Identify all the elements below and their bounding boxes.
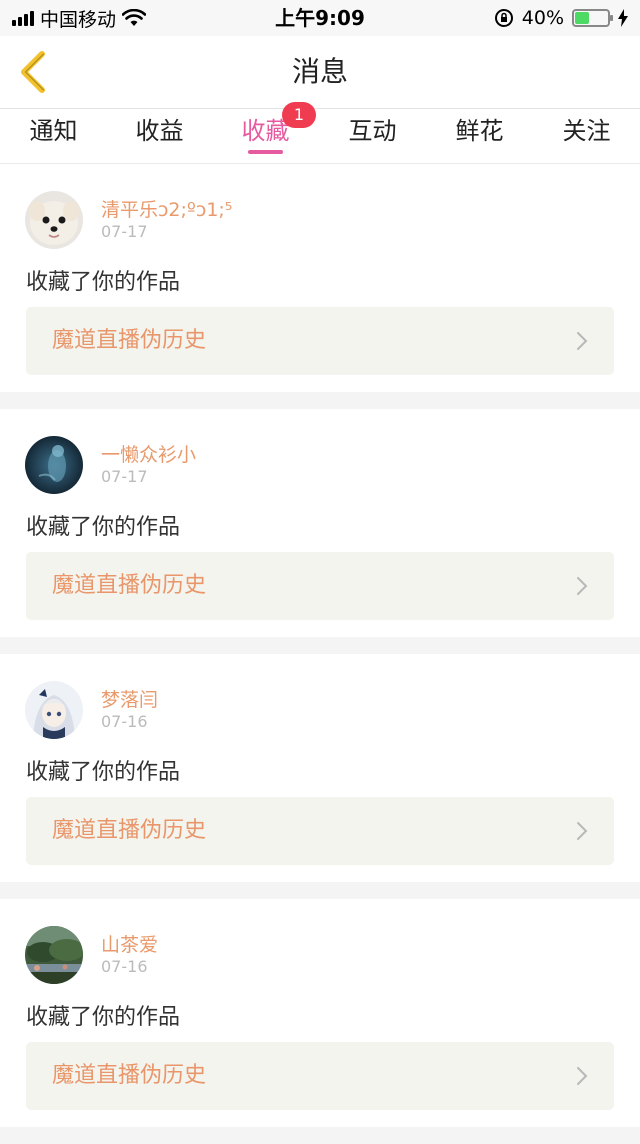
message-date: 07-16 xyxy=(101,712,148,731)
message-text: 收藏了你的作品 xyxy=(26,760,181,785)
status-right: 40% xyxy=(494,0,628,36)
dark-figure-avatar-icon xyxy=(25,436,83,494)
message-text: 收藏了你的作品 xyxy=(26,270,181,295)
active-tab-indicator xyxy=(248,150,283,154)
charging-icon xyxy=(618,9,628,27)
tab-flowers[interactable]: 鲜花 xyxy=(426,109,533,163)
chevron-right-icon xyxy=(577,577,588,595)
work-link[interactable]: 魔道直播伪历史 xyxy=(26,797,614,865)
unread-badge: 1 xyxy=(282,102,316,128)
battery-percent: 40% xyxy=(521,7,564,29)
status-bar: 中国移动 上午9:09 40% xyxy=(0,0,640,36)
tab-label: 通知 xyxy=(29,117,78,145)
tab-label: 收益 xyxy=(135,117,184,145)
battery-icon xyxy=(572,9,613,27)
anime-girl-avatar-icon xyxy=(25,681,83,739)
message-card: 一懒众衫小 07-17 收藏了你的作品 魔道直播伪历史 xyxy=(0,409,640,637)
work-title: 魔道直播伪历史 xyxy=(52,328,207,353)
message-date: 07-17 xyxy=(101,467,148,486)
tab-interactions[interactable]: 互动 xyxy=(319,109,426,163)
work-title: 魔道直播伪历史 xyxy=(52,1063,207,1088)
username[interactable]: 梦落闫 xyxy=(101,685,158,712)
avatar[interactable] xyxy=(25,926,83,984)
tab-bar: 通知 收益 收藏 1 互动 鲜花 关注 xyxy=(0,102,640,164)
work-link[interactable]: 魔道直播伪历史 xyxy=(26,307,614,375)
dog-avatar-icon xyxy=(25,191,83,249)
work-link[interactable]: 魔道直播伪历史 xyxy=(26,1042,614,1110)
username[interactable]: 一懒众衫小 xyxy=(101,440,196,467)
work-link[interactable]: 魔道直播伪历史 xyxy=(26,552,614,620)
tab-label: 关注 xyxy=(562,117,611,145)
avatar[interactable] xyxy=(25,191,83,249)
work-title: 魔道直播伪历史 xyxy=(52,573,207,598)
message-text: 收藏了你的作品 xyxy=(26,1005,181,1030)
message-card: 梦落闫 07-16 收藏了你的作品 魔道直播伪历史 xyxy=(0,654,640,882)
page-title: 消息 xyxy=(291,55,348,88)
message-list: 清平乐ↄ2;ºↄ1;⁵ 07-17 收藏了你的作品 魔道直播伪历史 一懒众衫小 … xyxy=(0,164,640,1144)
tab-following[interactable]: 关注 xyxy=(533,109,640,163)
avatar[interactable] xyxy=(25,681,83,739)
rotation-lock-icon xyxy=(494,9,513,27)
message-date: 07-17 xyxy=(101,222,148,241)
avatar[interactable] xyxy=(25,436,83,494)
tab-label: 鲜花 xyxy=(455,117,504,145)
message-text: 收藏了你的作品 xyxy=(26,515,181,540)
message-date: 07-16 xyxy=(101,957,148,976)
message-card: 山茶爱 07-16 收藏了你的作品 魔道直播伪历史 xyxy=(0,899,640,1127)
tab-notifications[interactable]: 通知 xyxy=(0,109,107,163)
chevron-right-icon xyxy=(577,822,588,840)
chevron-right-icon xyxy=(577,1067,588,1085)
username[interactable]: 山茶爱 xyxy=(101,930,158,957)
tab-earnings[interactable]: 收益 xyxy=(106,109,213,163)
tab-favorites[interactable]: 收藏 1 xyxy=(212,102,319,163)
nav-bar: 消息 xyxy=(0,36,640,109)
username[interactable]: 清平乐ↄ2;ºↄ1;⁵ xyxy=(101,195,232,222)
message-card: 清平乐ↄ2;ºↄ1;⁵ 07-17 收藏了你的作品 魔道直播伪历史 xyxy=(0,164,640,392)
tab-label: 收藏 xyxy=(241,117,290,145)
landscape-avatar-icon xyxy=(25,926,83,984)
tab-label: 互动 xyxy=(348,117,397,145)
chevron-right-icon xyxy=(577,332,588,350)
battery-level xyxy=(575,12,589,24)
work-title: 魔道直播伪历史 xyxy=(52,818,207,843)
